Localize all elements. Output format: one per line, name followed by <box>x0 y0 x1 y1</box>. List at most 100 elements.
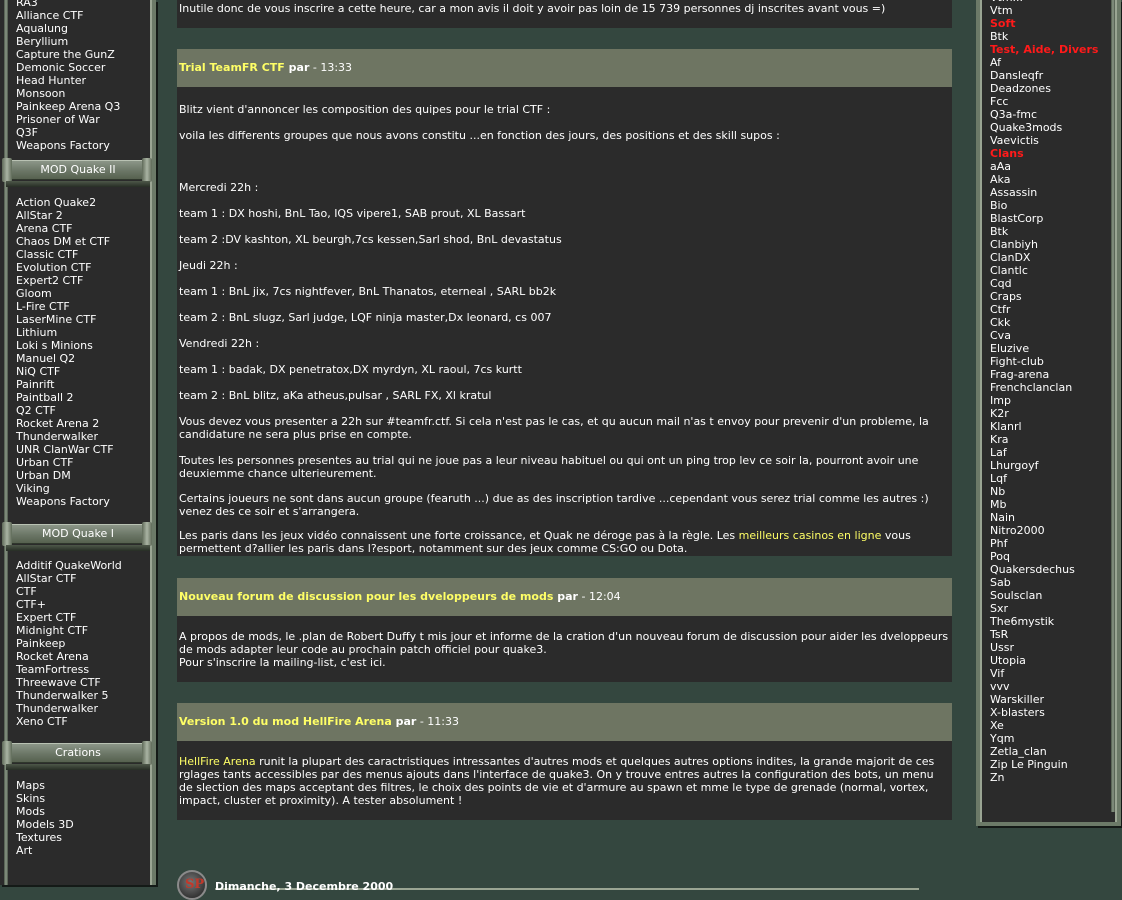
site-link[interactable]: Klanrl <box>990 420 1098 433</box>
sidebar-link[interactable]: Midnight CTF <box>16 624 122 637</box>
sidebar-link[interactable]: Aqualung <box>16 22 120 35</box>
sidebar-link[interactable]: Rocket Arena 2 <box>16 417 114 430</box>
sidebar-link[interactable]: Classic CTF <box>16 248 114 261</box>
sidebar-link[interactable]: Urban DM <box>16 469 114 482</box>
news-title-link[interactable]: Trial TeamFR CTF <box>179 61 285 74</box>
site-link[interactable]: Dansleqfr <box>990 69 1098 82</box>
sidebar-link[interactable]: Chaos DM et CTF <box>16 235 114 248</box>
sidebar-link[interactable]: Maps <box>16 779 74 792</box>
sidebar-link[interactable]: Rocket Arena <box>16 650 122 663</box>
sidebar-link[interactable]: Thunderwalker <box>16 702 122 715</box>
sidebar-link[interactable]: Paintball 2 <box>16 391 114 404</box>
site-link[interactable]: Cqd <box>990 277 1098 290</box>
news-title-link[interactable]: Nouveau forum de discussion pour les dve… <box>179 590 553 603</box>
sidebar-link[interactable]: LaserMine CTF <box>16 313 114 326</box>
site-link[interactable]: Quakersdechus <box>990 563 1098 576</box>
sidebar-link[interactable]: Thunderwalker <box>16 430 114 443</box>
sidebar-link[interactable]: Loki s Minions <box>16 339 114 352</box>
sidebar-link[interactable]: Gloom <box>16 287 114 300</box>
site-link[interactable]: Nb <box>990 485 1098 498</box>
site-link[interactable]: vvv <box>990 680 1098 693</box>
sidebar-link[interactable]: Xeno CTF <box>16 715 122 728</box>
sidebar-link[interactable]: CTF <box>16 585 122 598</box>
sidebar-link[interactable]: AllStar CTF <box>16 572 122 585</box>
sidebar-link[interactable]: Painkeep <box>16 637 122 650</box>
sidebar-link[interactable]: Beryllium <box>16 35 120 48</box>
sidebar-link[interactable]: Alliance CTF <box>16 9 120 22</box>
sidebar-link[interactable]: UNR ClanWar CTF <box>16 443 114 456</box>
site-link[interactable]: Nitro2000 <box>990 524 1098 537</box>
sidebar-link[interactable]: Urban CTF <box>16 456 114 469</box>
site-link[interactable]: Sxr <box>990 602 1098 615</box>
sidebar-link[interactable]: Viking <box>16 482 114 495</box>
site-link[interactable]: Xe <box>990 719 1098 732</box>
site-link[interactable]: Q3a-fmc <box>990 108 1098 121</box>
sidebar-link[interactable]: Thunderwalker 5 <box>16 689 122 702</box>
site-link[interactable]: BlastCorp <box>990 212 1098 225</box>
sidebar-link[interactable]: Evolution CTF <box>16 261 114 274</box>
site-link[interactable]: Aka <box>990 173 1098 186</box>
sidebar-link[interactable]: Q2 CTF <box>16 404 114 417</box>
sidebar-link[interactable]: Head Hunter <box>16 74 120 87</box>
site-link[interactable]: The6mystik <box>990 615 1098 628</box>
site-link[interactable]: Bio <box>990 199 1098 212</box>
sidebar-link[interactable]: Skins <box>16 792 74 805</box>
site-link[interactable]: Laf <box>990 446 1098 459</box>
sidebar-link[interactable]: Manuel Q2 <box>16 352 114 365</box>
site-link[interactable]: Btk <box>990 225 1098 238</box>
sidebar-link[interactable]: Expert CTF <box>16 611 122 624</box>
site-link[interactable]: Frenchclanclan <box>990 381 1098 394</box>
site-link[interactable]: Nain <box>990 511 1098 524</box>
site-link[interactable]: Warskiller <box>990 693 1098 706</box>
site-link[interactable]: Ussr <box>990 641 1098 654</box>
sidebar-link[interactable]: Models 3D <box>16 818 74 831</box>
site-link[interactable]: Cva <box>990 329 1098 342</box>
site-link[interactable]: Vaevictis <box>990 134 1098 147</box>
site-link[interactable]: Lhurgoyf <box>990 459 1098 472</box>
site-link[interactable]: Sab <box>990 576 1098 589</box>
site-link[interactable]: Af <box>990 56 1098 69</box>
sidebar-link[interactable]: Prisoner of War <box>16 113 120 126</box>
site-link[interactable]: Fcc <box>990 95 1098 108</box>
sidebar-link[interactable]: Capture the GunZ <box>16 48 120 61</box>
sidebar-link[interactable]: Weapons Factory <box>16 495 114 508</box>
sidebar-link[interactable]: Monsoon <box>16 87 120 100</box>
site-link[interactable]: Deadzones <box>990 82 1098 95</box>
casino-link[interactable]: meilleurs casinos en ligne <box>739 529 882 542</box>
sidebar-link[interactable]: TeamFortress <box>16 663 122 676</box>
site-link[interactable]: Btk <box>990 30 1098 43</box>
sidebar-link[interactable]: NiQ CTF <box>16 365 114 378</box>
sidebar-link[interactable]: Q3F <box>16 126 120 139</box>
news-title-link[interactable]: Version 1.0 du mod HellFire Arena <box>179 715 392 728</box>
site-link[interactable]: Ctfr <box>990 303 1098 316</box>
sidebar-link[interactable]: Art <box>16 844 74 857</box>
sidebar-link[interactable]: Painkeep Arena Q3 <box>16 100 120 113</box>
site-link[interactable]: Zn <box>990 771 1098 784</box>
site-link[interactable]: Poq <box>990 550 1098 563</box>
site-link[interactable]: Kra <box>990 433 1098 446</box>
site-link[interactable]: Clantlc <box>990 264 1098 277</box>
site-link[interactable]: Vif <box>990 667 1098 680</box>
site-link[interactable]: Zip Le Pinguin <box>990 758 1098 771</box>
site-link[interactable]: Zetla_clan <box>990 745 1098 758</box>
sidebar-link[interactable]: CTF+ <box>16 598 122 611</box>
sidebar-link[interactable]: Expert2 CTF <box>16 274 114 287</box>
site-link[interactable]: Assassin <box>990 186 1098 199</box>
sidebar-link[interactable]: Action Quake2 <box>16 196 114 209</box>
site-link[interactable]: Yqm <box>990 732 1098 745</box>
sidebar-link[interactable]: L-Fire CTF <box>16 300 114 313</box>
sidebar-link[interactable]: Mods <box>16 805 74 818</box>
site-link[interactable]: Craps <box>990 290 1098 303</box>
site-link[interactable]: Clanbiyh <box>990 238 1098 251</box>
sidebar-link[interactable]: Weapons Factory <box>16 139 120 152</box>
site-link[interactable]: Frag-arena <box>990 368 1098 381</box>
site-link[interactable]: K2r <box>990 407 1098 420</box>
site-link[interactable]: Ckk <box>990 316 1098 329</box>
sidebar-link[interactable]: Threewave CTF <box>16 676 122 689</box>
site-link[interactable]: aAa <box>990 160 1098 173</box>
hellfire-arena-link[interactable]: HellFire Arena <box>179 755 256 768</box>
site-link[interactable]: Phf <box>990 537 1098 550</box>
sidebar-link[interactable]: Painrift <box>16 378 114 391</box>
site-link[interactable]: Mb <box>990 498 1098 511</box>
sidebar-link[interactable]: Arena CTF <box>16 222 114 235</box>
